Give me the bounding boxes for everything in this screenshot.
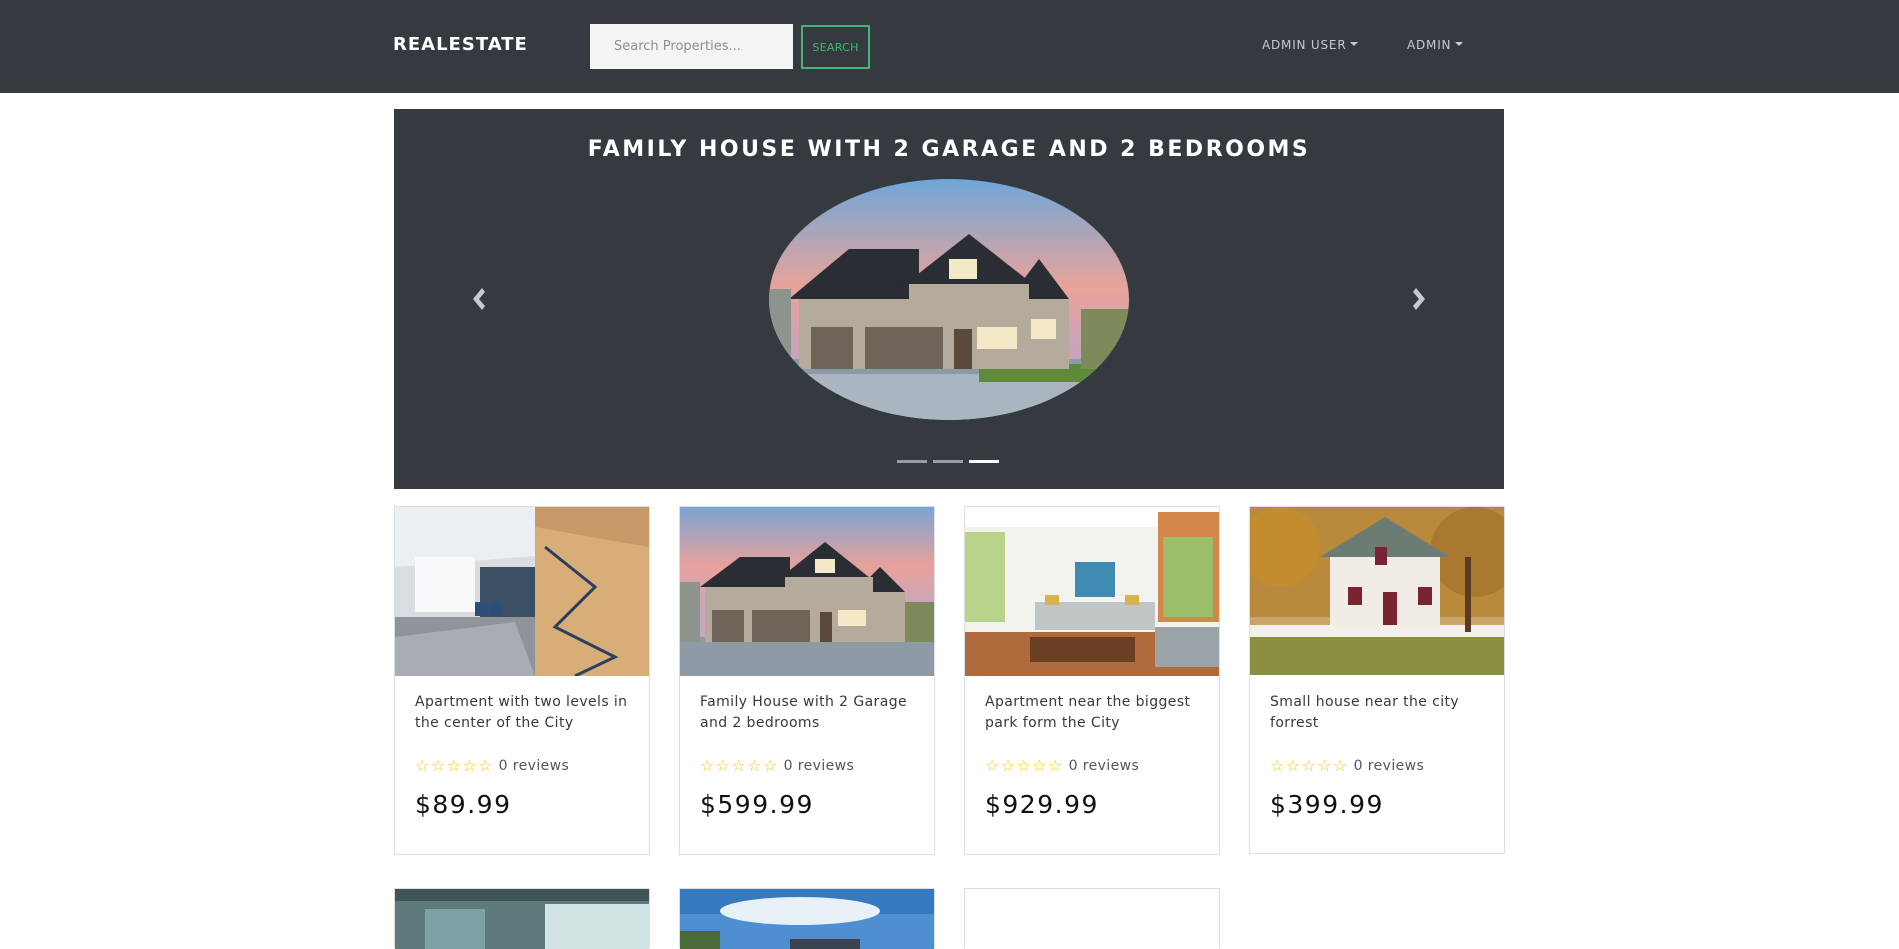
star-outline-icon: ☆ [1301,756,1317,775]
carousel-next-button[interactable] [1410,284,1430,314]
star-outline-icon: ☆ [1048,756,1063,775]
product-image[interactable] [680,889,934,949]
product-card: Apartment near the biggest park form the… [964,506,1220,855]
product-card: Small house near the city forrest ☆☆☆☆☆ … [1249,506,1505,854]
review-count: 0 reviews [498,758,570,774]
product-rating: ☆☆☆☆☆ 0 reviews [415,756,570,775]
product-card [679,888,935,949]
star-outline-icon: ☆ [715,756,731,775]
product-price: $399.99 [1270,790,1384,819]
carousel-prev-button[interactable] [468,284,488,314]
sky-house-illustration [680,889,934,949]
star-outline-icon: ☆ [763,756,778,775]
product-rating: ☆☆☆☆☆ 0 reviews [700,756,855,775]
star-outline-icon: ☆ [1016,756,1032,775]
star-outline-icon: ☆ [1270,756,1285,775]
product-title[interactable]: Apartment near the biggest park form the… [985,692,1205,734]
carousel-title[interactable]: FAMILY HOUSE WITH 2 GARAGE AND 2 BEDROOM… [394,137,1504,162]
admin-label: ADMIN [1407,38,1452,52]
chevron-left-icon [473,288,485,310]
star-outline-icon: ☆ [462,756,477,775]
caret-down-icon [1455,42,1464,46]
product-carousel: FAMILY HOUSE WITH 2 GARAGE AND 2 BEDROOM… [394,109,1504,489]
product-card: Apartment with two levels in the center … [394,506,650,855]
house-illustration [769,179,1129,420]
living-room-illustration [965,507,1219,676]
star-outline-icon: ☆ [1333,756,1348,775]
star-outline-icon: ☆ [985,756,1000,775]
brand-logo[interactable]: REALESTATE [393,34,528,55]
navbar: REALESTATE SEARCH ADMIN USER ADMIN [0,0,1899,93]
product-price: $929.99 [985,790,1099,819]
product-title[interactable]: Small house near the city forrest [1270,692,1490,734]
product-title[interactable]: Apartment with two levels in the center … [415,692,635,734]
apartment-interior-illustration [395,507,649,676]
star-outline-icon: ☆ [700,756,715,775]
admin-user-label: ADMIN USER [1262,38,1347,52]
review-count: 0 reviews [783,758,855,774]
carousel-indicators [897,460,1001,466]
interior-illustration [395,889,649,949]
product-card: Family House with 2 Garage and 2 bedroom… [679,506,935,855]
review-count: 0 reviews [1068,758,1140,774]
star-outline-icon: ☆ [415,756,430,775]
product-price: $599.99 [700,790,814,819]
product-image[interactable] [395,507,649,676]
star-outline-icon: ☆ [747,756,762,775]
star-outline-icon: ☆ [430,756,446,775]
star-outline-icon: ☆ [1285,756,1301,775]
product-rating: ☆☆☆☆☆ 0 reviews [985,756,1140,775]
star-outline-icon: ☆ [1032,756,1047,775]
chevron-right-icon [1413,288,1425,310]
product-card [394,888,650,949]
review-count: 0 reviews [1353,758,1425,774]
star-outline-icon: ☆ [478,756,493,775]
star-outline-icon: ☆ [446,756,462,775]
product-image[interactable] [1250,507,1504,675]
product-card [964,888,1220,948]
product-image[interactable] [965,507,1219,676]
product-image[interactable] [680,507,934,676]
caret-down-icon [1350,42,1359,46]
carousel-indicator-1[interactable] [897,460,927,463]
product-rating: ☆☆☆☆☆ 0 reviews [1270,756,1425,775]
product-price: $89.99 [415,790,512,819]
small-house-illustration [1250,507,1504,675]
carousel-indicator-2[interactable] [933,460,963,463]
carousel-image[interactable] [769,179,1129,420]
star-outline-icon: ☆ [731,756,747,775]
carousel-indicator-3[interactable] [969,460,999,463]
star-outline-icon: ☆ [1317,756,1332,775]
search-input[interactable] [590,24,793,69]
admin-user-dropdown[interactable]: ADMIN USER [1262,38,1359,52]
star-outline-icon: ☆ [1000,756,1016,775]
house-illustration [680,507,934,676]
search-button[interactable]: SEARCH [801,25,870,69]
product-title[interactable]: Family House with 2 Garage and 2 bedroom… [700,692,920,734]
product-image[interactable] [395,889,649,949]
admin-dropdown[interactable]: ADMIN [1407,38,1464,52]
